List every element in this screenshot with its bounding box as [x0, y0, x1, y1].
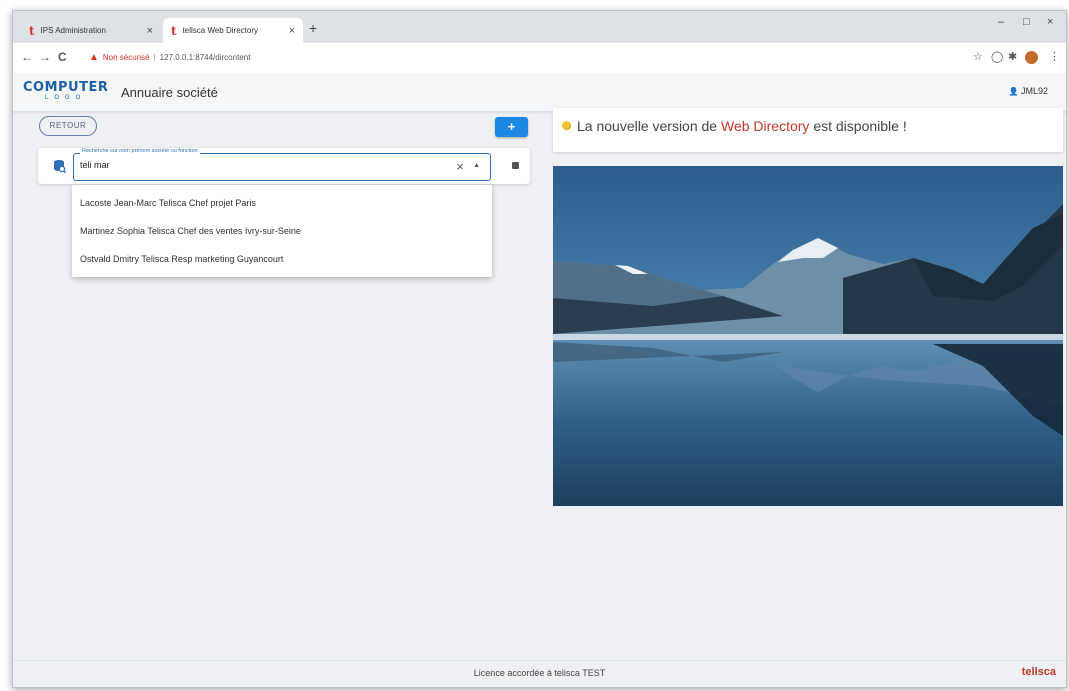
- search-field[interactable]: Recherche sur nom prénom société ou fonc…: [73, 148, 491, 181]
- tab-web-directory[interactable]: t tellsca Web Directory ×: [163, 18, 303, 43]
- address-bar: ← → C ▲ Non sécurisé | 127.0.0.1:8744/di…: [13, 43, 1066, 74]
- stop-icon[interactable]: [512, 162, 519, 169]
- computer-logo: COMPUTER LOGO: [23, 81, 108, 101]
- back-button[interactable]: RETOUR: [39, 116, 97, 136]
- warning-icon: ▲: [89, 52, 99, 63]
- app-header: COMPUTER LOGO Annuaire société 👤 JML92: [13, 73, 1066, 112]
- close-window-button[interactable]: ×: [1047, 16, 1053, 28]
- back-icon[interactable]: ←: [21, 50, 33, 64]
- browser-window: t IPS Administration × t tellsca Web Dir…: [12, 10, 1067, 688]
- notice-text: La nouvelle version de Web Directory est…: [577, 118, 907, 134]
- result-option[interactable]: Ostvald Dmitry Telisca Resp marketing Gu…: [72, 245, 492, 273]
- result-option[interactable]: Martinez Sophia Telisca Chef des ventes …: [72, 217, 492, 245]
- url-field[interactable]: ▲ Non sécurisé | 127.0.0.1:8744/dirconte…: [89, 52, 250, 63]
- tab-strip: t IPS Administration × t tellsca Web Dir…: [13, 11, 1066, 43]
- logo-subtext: LOGO: [45, 95, 87, 101]
- tab-title: IPS Administration: [40, 26, 106, 35]
- not-secure-label: Non sécurisé: [102, 53, 150, 62]
- reload-icon[interactable]: C: [58, 50, 67, 64]
- tellsca-favicon-icon: t: [171, 23, 177, 38]
- tellsca-favicon-icon: t: [29, 23, 35, 38]
- database-search-icon[interactable]: [53, 159, 66, 174]
- extension-circle-icon[interactable]: ◯: [991, 50, 1003, 63]
- search-label: Recherche sur nom prénom société ou fonc…: [80, 148, 200, 154]
- add-button[interactable]: +: [495, 117, 528, 137]
- info-dot-icon: [562, 121, 571, 130]
- notice-after: est disponible !: [813, 118, 907, 134]
- mountain-lake-image: [553, 166, 1063, 506]
- result-option[interactable]: Lacoste Jean-Marc Telisca Chef projet Pa…: [72, 189, 492, 217]
- tab-ips-administration[interactable]: t IPS Administration ×: [21, 18, 161, 43]
- clear-icon[interactable]: ×: [456, 159, 464, 174]
- username: JML92: [1020, 86, 1048, 96]
- forward-icon[interactable]: →: [39, 50, 51, 64]
- user-menu[interactable]: 👤 JML92: [1009, 86, 1049, 96]
- close-icon[interactable]: ×: [147, 25, 153, 37]
- license-text: Licence accordée à telisca TEST: [473, 668, 606, 678]
- footer: Licence accordée à telisca TEST tellsca: [13, 660, 1066, 687]
- new-tab-button[interactable]: +: [309, 20, 317, 36]
- close-icon[interactable]: ×: [289, 25, 295, 37]
- caret-up-icon[interactable]: ▲: [473, 162, 480, 169]
- star-icon[interactable]: ☆: [973, 50, 983, 63]
- puzzle-icon[interactable]: ✱: [1008, 50, 1017, 63]
- browser-menu-icon[interactable]: ⋮: [1049, 50, 1060, 63]
- user-icon: 👤: [1008, 87, 1019, 96]
- notice-brand: Web Directory: [721, 118, 810, 134]
- maximize-button[interactable]: □: [1023, 16, 1030, 28]
- tellsca-logo: tellsca: [1021, 666, 1056, 678]
- url-text: 127.0.0.1:8744/dircontent: [159, 53, 251, 62]
- update-notice: La nouvelle version de Web Directory est…: [553, 108, 1063, 152]
- search-results-dropdown: Lacoste Jean-Marc Telisca Chef projet Pa…: [72, 185, 492, 277]
- profile-avatar[interactable]: [1025, 51, 1038, 64]
- tab-title: tellsca Web Directory: [182, 26, 258, 35]
- notice-before: La nouvelle version de: [577, 118, 718, 134]
- search-input[interactable]: [80, 160, 440, 170]
- url-separator: |: [153, 53, 156, 62]
- logo-text: COMPUTER: [23, 80, 109, 95]
- page-title: Annuaire société: [121, 85, 218, 100]
- minimize-button[interactable]: –: [998, 16, 1004, 28]
- search-card: Recherche sur nom prénom société ou fonc…: [38, 148, 530, 184]
